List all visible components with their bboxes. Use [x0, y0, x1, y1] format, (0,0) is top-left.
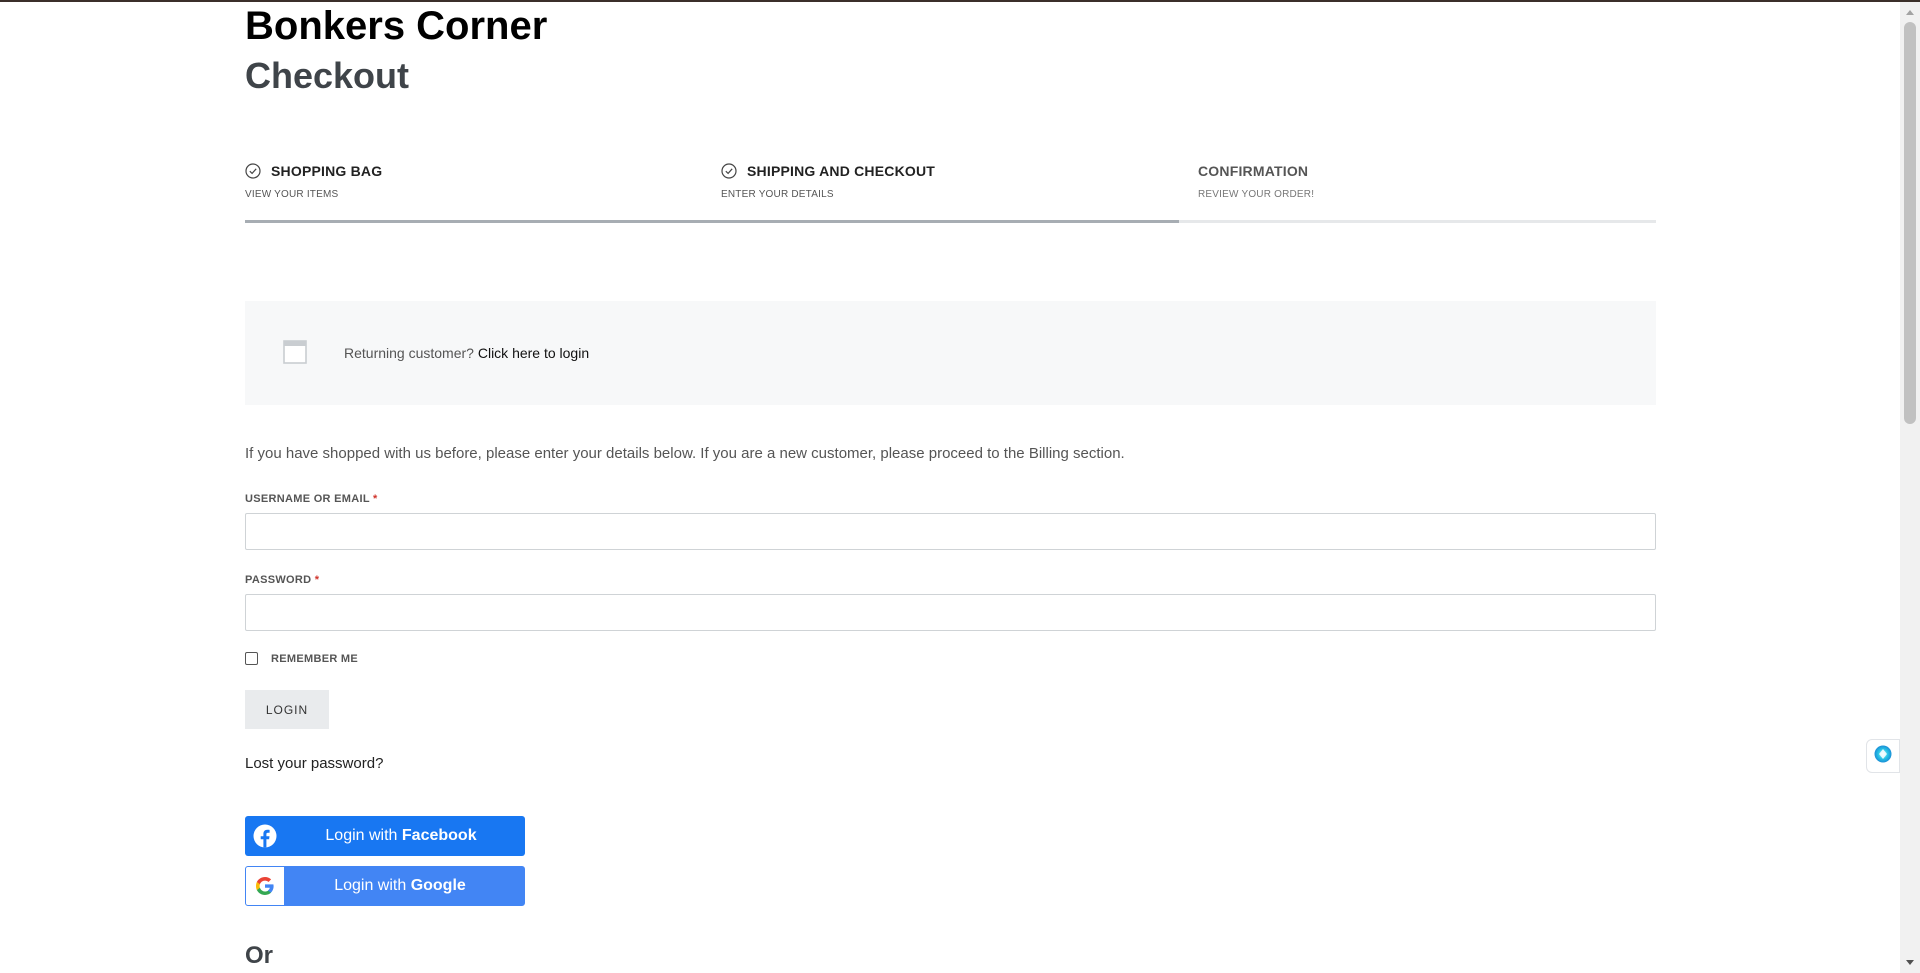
page: Bonkers Corner Checkout SHOPPING BAG VIE…: [0, 2, 1900, 973]
remember-me[interactable]: REMEMBER ME: [245, 652, 358, 665]
checkout-progress-fill: [245, 220, 1179, 223]
scroll-up-arrow-icon[interactable]: [1904, 6, 1916, 18]
login-with-google-button[interactable]: Login with Google: [245, 866, 525, 906]
page-title: Checkout: [245, 55, 410, 96]
or-divider-heading: Or: [245, 942, 274, 969]
click-here-to-login-link[interactable]: Click here to login: [478, 345, 589, 361]
google-icon: [246, 867, 284, 905]
scroll-down-arrow-icon[interactable]: [1904, 957, 1916, 969]
password-label-text: PASSWORD: [245, 574, 312, 586]
facebook-icon: [245, 816, 285, 856]
step-subtitle: ENTER YOUR DETAILS: [721, 189, 834, 200]
username-or-email-input[interactable]: [245, 513, 1656, 550]
remember-me-label[interactable]: REMEMBER ME: [271, 653, 358, 665]
assistant-orb-icon: [1873, 744, 1893, 769]
returning-customer-notice: Returning customer? Click here to login: [245, 301, 1656, 405]
facebook-brand: Facebook: [401, 827, 477, 844]
google-prefix: Login with: [334, 877, 407, 894]
step-title: SHIPPING AND CHECKOUT: [747, 163, 936, 179]
returning-customer-text: Returning customer? Click here to login: [344, 345, 589, 361]
page-scrollbar[interactable]: [1900, 2, 1920, 973]
step-title: SHOPPING BAG: [271, 163, 383, 179]
scrollbar-thumb[interactable]: [1904, 22, 1916, 424]
required-mark: *: [373, 493, 378, 505]
step-subtitle: VIEW YOUR ITEMS: [245, 189, 339, 200]
check-circle-icon: [245, 163, 261, 179]
facebook-prefix: Login with: [325, 827, 398, 844]
login-intro-text: If you have shopped with us before, plea…: [245, 445, 1125, 462]
username-label: USERNAME OR EMAIL *: [245, 493, 378, 505]
facebook-button-label: Login with Facebook: [285, 827, 525, 845]
checkout-steps: SHOPPING BAG VIEW YOUR ITEMS SHIPPING AN…: [245, 160, 1656, 224]
lost-password-link[interactable]: Lost your password?: [245, 755, 383, 772]
check-circle-icon: [721, 163, 737, 179]
step-title: CONFIRMATION: [1198, 163, 1309, 179]
remember-me-checkbox[interactable]: [245, 652, 258, 665]
step-subtitle: REVIEW YOUR ORDER!: [1198, 189, 1315, 200]
password-label: PASSWORD *: [245, 574, 319, 586]
step-confirmation[interactable]: CONFIRMATION REVIEW YOUR ORDER!: [1198, 160, 1668, 200]
login-button[interactable]: LOGIN: [245, 690, 329, 729]
site-title[interactable]: Bonkers Corner: [245, 4, 547, 49]
username-label-text: USERNAME OR EMAIL: [245, 493, 370, 505]
login-with-facebook-button[interactable]: Login with Facebook: [245, 816, 525, 856]
google-button-label: Login with Google: [284, 877, 524, 895]
google-brand: Google: [410, 877, 466, 894]
window-icon: [283, 340, 307, 364]
step-shipping-and-checkout[interactable]: SHIPPING AND CHECKOUT ENTER YOUR DETAILS: [721, 160, 1191, 200]
required-mark: *: [314, 574, 320, 586]
returning-customer-label: Returning customer?: [344, 345, 474, 361]
step-shopping-bag[interactable]: SHOPPING BAG VIEW YOUR ITEMS: [245, 160, 715, 200]
floating-assistant-button[interactable]: [1866, 739, 1900, 773]
checkout-progress-bar: [245, 220, 1656, 223]
password-input[interactable]: [245, 594, 1656, 631]
